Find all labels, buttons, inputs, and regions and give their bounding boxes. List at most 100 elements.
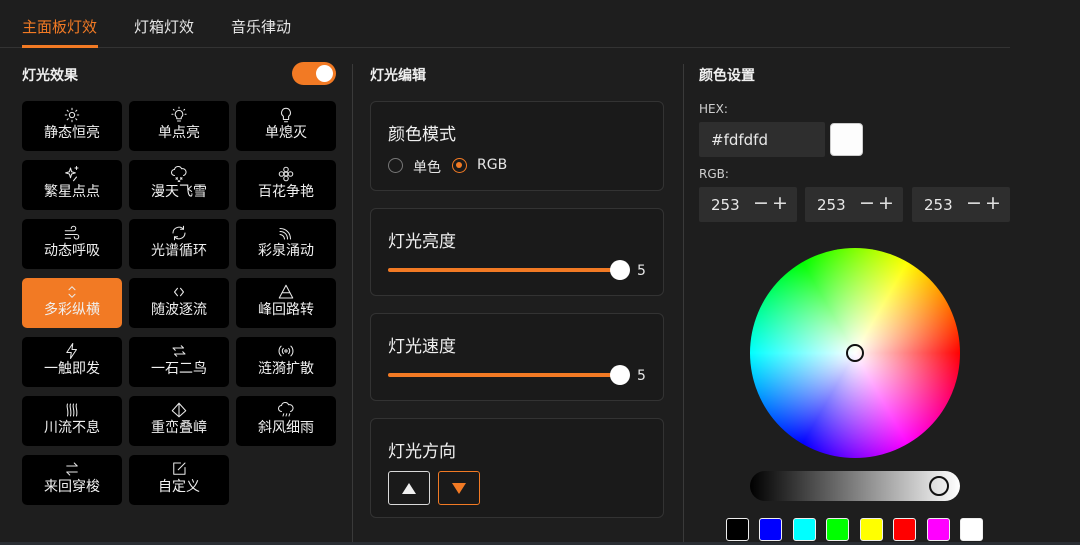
brightness-slider-thumb[interactable]: [610, 260, 630, 280]
bulb-on-icon: [129, 101, 229, 123]
green-value[interactable]: 253: [817, 196, 846, 214]
cycle-icon: [129, 219, 229, 241]
speed-slider-thumb[interactable]: [610, 365, 630, 385]
pyramid-icon: [236, 278, 336, 300]
color-mode-card: 颜色模式 单色 RGB: [370, 101, 664, 191]
effects-toggle[interactable]: [292, 62, 336, 85]
speed-slider-track[interactable]: [388, 373, 620, 377]
radio-rgb[interactable]: [452, 158, 467, 173]
effect-label: 多彩纵横: [44, 302, 100, 318]
green-decrement-button[interactable]: −: [859, 192, 875, 214]
effect-static[interactable]: 静态恒亮: [22, 101, 122, 151]
hex-label: HEX:: [699, 102, 728, 116]
effect-label: 斜风细雨: [258, 420, 314, 436]
red-decrement-button[interactable]: −: [753, 192, 769, 214]
sparkle-icon: [22, 160, 122, 182]
snow-cloud-icon: [129, 160, 229, 183]
split-arrows-icon: [129, 337, 229, 359]
column-divider-right: [683, 64, 684, 545]
effect-custom[interactable]: 自定义: [129, 455, 229, 505]
effect-two-birds[interactable]: 一石二鸟: [129, 337, 229, 387]
effect-shuttle[interactable]: 来回穿梭: [22, 455, 122, 505]
effect-winding-road[interactable]: 峰回路转: [236, 278, 336, 328]
color-preview-swatch: [830, 123, 863, 156]
tab-main-panel-effects[interactable]: 主面板灯效: [22, 16, 97, 37]
waves-icon: [22, 396, 122, 418]
chevrons-horizontal-icon: [129, 278, 229, 300]
effect-label: 繁星点点: [44, 184, 100, 200]
preset-swatch[interactable]: [960, 518, 983, 541]
effect-single-off[interactable]: 单熄灭: [236, 101, 336, 151]
hex-input[interactable]: [699, 122, 825, 157]
mountains-icon: [129, 396, 229, 418]
tab-lightbox-effects[interactable]: 灯箱灯效: [134, 16, 194, 37]
rgb-label: RGB:: [699, 167, 729, 181]
preset-swatch[interactable]: [793, 518, 816, 541]
broadcast-icon: [236, 337, 336, 359]
preset-swatch[interactable]: [726, 518, 749, 541]
effect-label: 漫天飞雪: [151, 184, 207, 200]
blue-increment-button[interactable]: +: [985, 192, 1001, 214]
red-increment-button[interactable]: +: [772, 192, 788, 214]
effect-breathing[interactable]: 动态呼吸: [22, 219, 122, 269]
effect-ripple[interactable]: 涟漪扩散: [236, 337, 336, 387]
blue-decrement-button[interactable]: −: [966, 192, 982, 214]
effect-label: 百花争艳: [258, 184, 314, 200]
effect-mountains[interactable]: 重峦叠嶂: [129, 396, 229, 446]
direction-up-button[interactable]: [388, 471, 430, 505]
toggle-knob: [316, 65, 333, 82]
effect-multicolor-crisscross[interactable]: 多彩纵横: [22, 278, 122, 328]
effect-single-on[interactable]: 单点亮: [129, 101, 229, 151]
color-wheel-handle[interactable]: [846, 344, 864, 362]
blue-value[interactable]: 253: [924, 196, 953, 214]
radio-rgb-label: RGB: [477, 157, 508, 173]
green-stepper: 253 − +: [805, 187, 903, 222]
effect-starry[interactable]: 繁星点点: [22, 160, 122, 210]
effect-snow[interactable]: 漫天飞雪: [129, 160, 229, 210]
effect-label: 彩泉涌动: [258, 243, 314, 259]
effect-label: 重峦叠嶂: [151, 420, 207, 436]
effect-label: 随波逐流: [151, 302, 207, 318]
effect-fountain[interactable]: 彩泉涌动: [236, 219, 336, 269]
effect-wave-follow[interactable]: 随波逐流: [129, 278, 229, 328]
direction-card: 灯光方向: [370, 418, 664, 518]
preset-swatch[interactable]: [860, 518, 883, 541]
radio-single-color[interactable]: [388, 158, 403, 173]
preset-swatch[interactable]: [927, 518, 950, 541]
direction-down-button[interactable]: [438, 471, 480, 505]
tab-bar: 主面板灯效 灯箱灯效 音乐律动: [0, 0, 1010, 48]
effect-drizzle[interactable]: 斜风细雨: [236, 396, 336, 446]
speed-title: 灯光速度: [388, 337, 456, 357]
effect-label: 川流不息: [44, 420, 100, 436]
flower-icon: [236, 160, 336, 182]
red-stepper: 253 − +: [699, 187, 797, 222]
radio-single-color-label: 单色: [413, 160, 441, 176]
brightness-value: 5: [637, 263, 646, 279]
green-increment-button[interactable]: +: [878, 192, 894, 214]
tab-music-rhythm[interactable]: 音乐律动: [231, 16, 291, 37]
effect-spectrum-cycle[interactable]: 光谱循环: [129, 219, 229, 269]
effect-label: 静态恒亮: [44, 125, 100, 141]
effect-label: 来回穿梭: [44, 479, 100, 495]
effect-flowers[interactable]: 百花争艳: [236, 160, 336, 210]
brightness-slider-track[interactable]: [388, 268, 620, 272]
active-tab-indicator: [22, 45, 98, 48]
red-value[interactable]: 253: [711, 196, 740, 214]
effect-trigger[interactable]: 一触即发: [22, 337, 122, 387]
preset-swatch[interactable]: [759, 518, 782, 541]
brightness-gradient-handle[interactable]: [929, 476, 949, 496]
chevrons-vertical-icon: [22, 278, 122, 300]
brightness-card: 灯光亮度 5: [370, 208, 664, 296]
effect-label: 单点亮: [158, 125, 200, 141]
effect-label: 单熄灭: [265, 125, 307, 141]
effect-label: 涟漪扩散: [258, 361, 314, 377]
color-mode-title: 颜色模式: [388, 125, 456, 145]
preset-swatch[interactable]: [893, 518, 916, 541]
edit-title: 灯光编辑: [370, 68, 426, 84]
effect-stream[interactable]: 川流不息: [22, 396, 122, 446]
rain-cloud-icon: [236, 396, 336, 418]
direction-title: 灯光方向: [388, 442, 456, 462]
preset-swatch[interactable]: [826, 518, 849, 541]
effects-title: 灯光效果: [22, 68, 78, 84]
effects-grid: 静态恒亮 单点亮 单熄灭 繁星点点 漫天飞雪 百花争艳 动态呼吸 光谱循环 彩泉…: [22, 101, 336, 511]
